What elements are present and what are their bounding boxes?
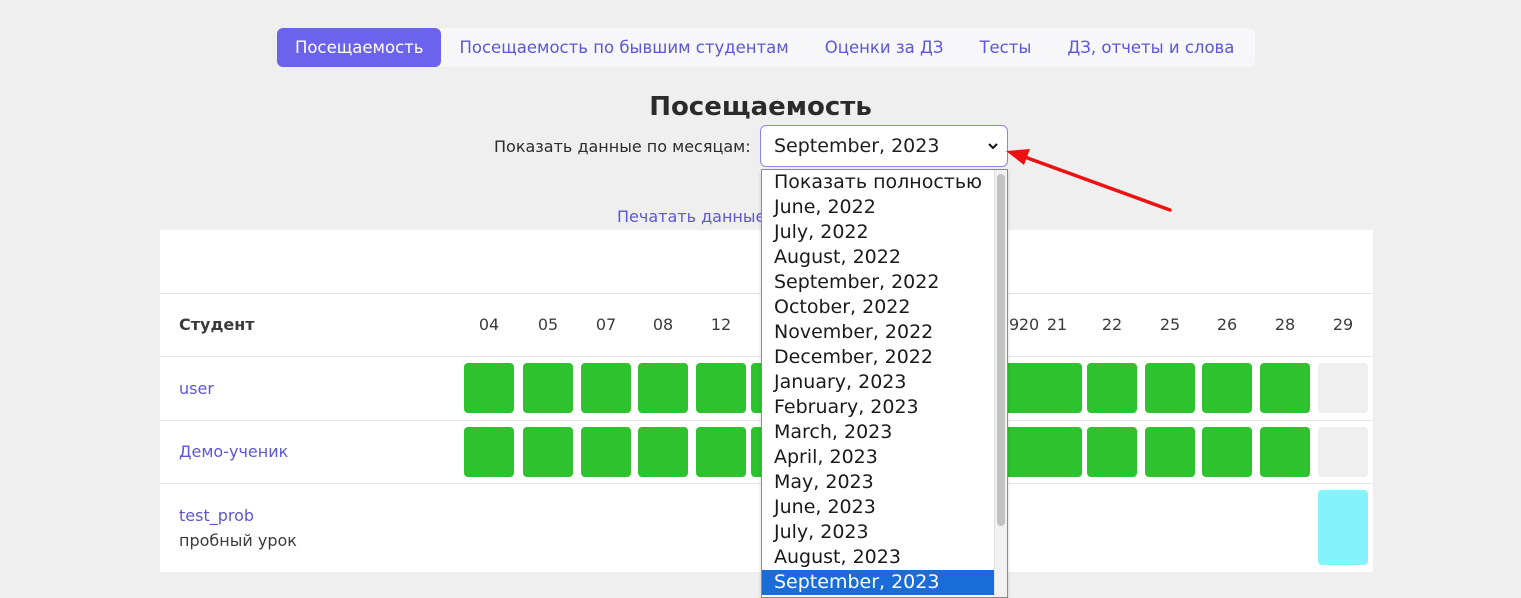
dropdown-option[interactable]: June, 2022 xyxy=(762,195,996,220)
day-header: 07 xyxy=(595,315,617,334)
attendance-cell-present[interactable] xyxy=(696,363,746,413)
tab-former-students-attendance[interactable]: Посещаемость по бывшим студентам xyxy=(441,28,806,67)
attendance-cell-present[interactable] xyxy=(1087,427,1137,477)
dropdown-options: Показать полностью June, 2022 July, 2022 Au… xyxy=(762,170,996,595)
month-select-value: September, 2023 xyxy=(774,135,940,157)
attendance-cell-present[interactable] xyxy=(523,363,573,413)
month-select[interactable]: September, 2023 xyxy=(760,125,1008,167)
dropdown-scrollbar[interactable] xyxy=(994,170,1007,597)
student-name-link[interactable]: user xyxy=(179,379,214,398)
attendance-cell-present[interactable] xyxy=(1032,427,1082,477)
attendance-cell-present[interactable] xyxy=(1202,427,1252,477)
red-arrow-annotation xyxy=(1006,149,1172,212)
day-header: 12 xyxy=(710,315,732,334)
dropdown-option[interactable]: June, 2023 xyxy=(762,495,996,520)
attendance-cell-empty[interactable] xyxy=(1318,363,1368,413)
dropdown-option[interactable]: Показать полностью xyxy=(762,170,996,195)
month-dropdown-list[interactable]: Показать полностью June, 2022 July, 2022 Au… xyxy=(761,169,1008,598)
dropdown-option[interactable]: November, 2022 xyxy=(762,320,996,345)
day-header: 08 xyxy=(652,315,674,334)
page-title: Посещаемость xyxy=(649,92,872,122)
attendance-cell-trial[interactable] xyxy=(1318,490,1368,565)
attendance-cell-present[interactable] xyxy=(581,363,631,413)
attendance-cell-present[interactable] xyxy=(523,427,573,477)
attendance-cell-present[interactable] xyxy=(638,427,688,477)
attendance-cell-present[interactable] xyxy=(696,427,746,477)
day-header: 26 xyxy=(1216,315,1238,334)
attendance-cell-present[interactable] xyxy=(1260,363,1310,413)
day-header: 28 xyxy=(1274,315,1296,334)
day-header: 22 xyxy=(1101,315,1123,334)
month-filter-label: Показать данные по месяцам: xyxy=(494,137,751,156)
dropdown-option[interactable]: September, 2023 xyxy=(762,570,996,595)
dropdown-option[interactable]: October, 2022 xyxy=(762,295,996,320)
student-name-link[interactable]: test_prob xyxy=(179,506,254,525)
dropdown-option[interactable]: January, 2023 xyxy=(762,370,996,395)
dropdown-option[interactable]: May, 2023 xyxy=(762,470,996,495)
print-data-link[interactable]: Печатать данные xyxy=(617,207,765,226)
attendance-cell-present[interactable] xyxy=(464,427,514,477)
attendance-cell-present[interactable] xyxy=(638,363,688,413)
dropdown-option[interactable]: September, 2022 xyxy=(762,270,996,295)
attendance-cell-present[interactable] xyxy=(1032,363,1082,413)
day-header: 04 xyxy=(478,315,500,334)
tab-homework-reports-words[interactable]: ДЗ, отчеты и слова xyxy=(1049,28,1252,67)
dropdown-option[interactable]: July, 2022 xyxy=(762,220,996,245)
attendance-cell-empty[interactable] xyxy=(1318,427,1368,477)
dropdown-option[interactable]: April, 2023 xyxy=(762,445,996,470)
attendance-cell-present[interactable] xyxy=(464,363,514,413)
tab-attendance[interactable]: Посещаемость xyxy=(277,28,442,67)
dropdown-option[interactable]: February, 2023 xyxy=(762,395,996,420)
dropdown-option[interactable]: July, 2023 xyxy=(762,520,996,545)
student-column-header: Студент xyxy=(179,315,255,334)
day-header: 21 xyxy=(1046,315,1068,334)
chevron-down-icon xyxy=(988,143,998,150)
dropdown-option[interactable]: August, 2023 xyxy=(762,545,996,570)
dropdown-option[interactable]: August, 2022 xyxy=(762,245,996,270)
tab-homework-grades[interactable]: Оценки за ДЗ xyxy=(807,28,962,67)
attendance-cell-present[interactable] xyxy=(1145,363,1195,413)
attendance-cell-present[interactable] xyxy=(1260,427,1310,477)
dropdown-option[interactable]: December, 2022 xyxy=(762,345,996,370)
tab-tests[interactable]: Тесты xyxy=(961,28,1049,67)
attendance-cell-present[interactable] xyxy=(1202,363,1252,413)
student-name-link[interactable]: Демо-ученик xyxy=(179,442,288,461)
day-header: 29 xyxy=(1332,315,1354,334)
attendance-cell-present[interactable] xyxy=(1145,427,1195,477)
attendance-cell-present[interactable] xyxy=(581,427,631,477)
day-header: 25 xyxy=(1159,315,1181,334)
dropdown-scrollbar-thumb[interactable] xyxy=(997,174,1005,526)
tab-bar: Посещаемость Посещаемость по бывшим студ… xyxy=(277,28,1255,67)
dropdown-option[interactable]: March, 2023 xyxy=(762,420,996,445)
day-header: 05 xyxy=(537,315,559,334)
student-note: пробный урок xyxy=(179,531,297,550)
attendance-cell-present[interactable] xyxy=(1087,363,1137,413)
